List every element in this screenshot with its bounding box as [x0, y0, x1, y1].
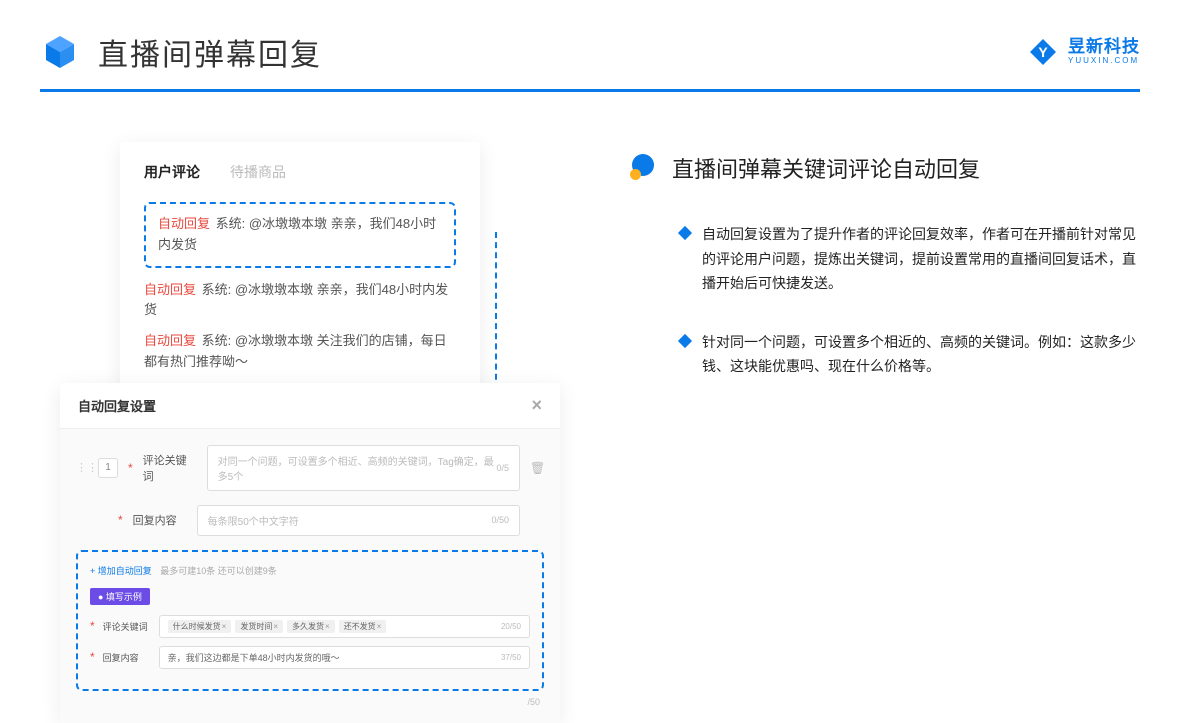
brand-logo: Y 昱新科技 YUUXIN.COM: [1028, 37, 1140, 67]
cube-logo-icon: [40, 32, 80, 72]
example-keyword-row: * 评论关键词 什么时候发货× 发货时间× 多久发货× 还不发货× 20/50: [90, 615, 530, 638]
example-reply-input[interactable]: 亲，我们这边都是下单48小时内发货的哦～ 37/50: [159, 646, 530, 669]
bullet-text: 自动回复设置为了提升作者的评论回复效率，作者可在开播前针对常见的评论用户问题，提…: [702, 222, 1140, 296]
example-section: + 增加自动回复 最多可建10条 还可以创建9条 ● 填写示例 * 评论关键词 …: [76, 550, 544, 691]
brand-icon: Y: [1028, 37, 1058, 67]
bullet-text: 针对同一个问题，可设置多个相近的、高频的关键词。例如：这款多少钱、这块能优惠吗、…: [702, 330, 1140, 379]
modal-title: 自动回复设置: [78, 396, 156, 415]
close-icon[interactable]: ×: [531, 395, 542, 416]
add-auto-reply-link[interactable]: + 增加自动回复: [90, 566, 152, 576]
section-title: 直播间弹幕关键词评论自动回复: [672, 152, 980, 184]
brand-text: 昱新科技 YUUXIN.COM: [1068, 38, 1140, 65]
rule-limit-text: 最多可建10条 还可以创建9条: [160, 566, 277, 576]
delete-icon[interactable]: 🗑: [530, 461, 544, 475]
add-rule-hint: + 增加自动回复 最多可建10条 还可以创建9条: [90, 564, 530, 577]
diamond-bullet-icon: [678, 333, 692, 347]
auto-reply-tag: 自动回复: [144, 282, 196, 297]
highlighted-comment: 自动回复 系统: @冰墩墩本墩 亲亲，我们48小时内发货: [144, 202, 456, 268]
rule-index: 1: [98, 458, 118, 478]
auto-reply-tag: 自动回复: [144, 333, 196, 348]
section-heading: 直播间弹幕关键词评论自动回复: [630, 152, 1140, 184]
required-star: *: [128, 461, 133, 475]
keyword-input[interactable]: 对同一个问题，可设置多个相近、高频的关键词，Tag确定，最多5个 0/5: [207, 445, 520, 491]
keyword-label: 评论关键词: [143, 452, 197, 484]
tab-pending-goods[interactable]: 待播商品: [230, 162, 286, 182]
auto-reply-tag: 自动回复: [158, 216, 210, 231]
footer-counter: /50: [76, 691, 544, 707]
comment-line: 自动回复 系统: @冰墩墩本墩 关注我们的店铺，每日都有热门推荐呦～: [144, 331, 456, 373]
comment-tabs: 用户评论 待播商品: [144, 162, 456, 182]
comment-line: 自动回复 系统: @冰墩墩本墩 亲亲，我们48小时内发货: [158, 214, 442, 256]
keyword-chip[interactable]: 什么时候发货×: [168, 620, 232, 633]
section-bullet-icon: [630, 154, 658, 182]
page-header: 直播间弹幕回复 Y 昱新科技 YUUXIN.COM: [0, 0, 1180, 89]
screenshot-mockups: 用户评论 待播商品 自动回复 系统: @冰墩墩本墩 亲亲，我们48小时内发货 自…: [60, 142, 580, 723]
drag-handle-icon[interactable]: ⋮⋮: [76, 461, 88, 474]
modal-header: 自动回复设置 ×: [60, 383, 560, 429]
feature-bullet: 针对同一个问题，可设置多个相近的、高频的关键词。例如：这款多少钱、这块能优惠吗、…: [630, 330, 1140, 379]
header-left: 直播间弹幕回复: [40, 30, 322, 74]
brand-name-en: YUUXIN.COM: [1068, 57, 1140, 66]
description-panel: 直播间弹幕关键词评论自动回复 自动回复设置为了提升作者的评论回复效率，作者可在开…: [630, 142, 1140, 723]
reply-label: 回复内容: [133, 512, 187, 528]
comment-line: 自动回复 系统: @冰墩墩本墩 亲亲，我们48小时内发货: [144, 280, 456, 322]
example-reply-row: * 回复内容 亲，我们这边都是下单48小时内发货的哦～ 37/50: [90, 646, 530, 669]
reply-input[interactable]: 每条限50个中文字符 0/50: [197, 505, 520, 536]
diamond-bullet-icon: [678, 226, 692, 240]
reply-content-row: * 回复内容 每条限50个中文字符 0/50 🗑: [76, 505, 544, 536]
keyword-chip[interactable]: 发货时间×: [235, 620, 283, 633]
keyword-chip[interactable]: 多久发货×: [287, 620, 335, 633]
svg-text:Y: Y: [1038, 44, 1048, 60]
page-title: 直播间弹幕回复: [98, 30, 322, 74]
brand-name-cn: 昱新科技: [1068, 38, 1140, 57]
example-keyword-input[interactable]: 什么时候发货× 发货时间× 多久发货× 还不发货× 20/50: [159, 615, 530, 638]
tab-user-comments[interactable]: 用户评论: [144, 162, 200, 182]
keyword-chip[interactable]: 还不发货×: [339, 620, 387, 633]
auto-reply-settings-modal: 自动回复设置 × ⋮⋮ 1 * 评论关键词 对同一个问题，可设置多个相近、高频的…: [60, 383, 560, 723]
feature-bullet: 自动回复设置为了提升作者的评论回复效率，作者可在开播前针对常见的评论用户问题，提…: [630, 222, 1140, 296]
required-star: *: [118, 513, 123, 527]
keyword-row: ⋮⋮ 1 * 评论关键词 对同一个问题，可设置多个相近、高频的关键词，Tag确定…: [76, 445, 544, 491]
comments-panel-card: 用户评论 待播商品 自动回复 系统: @冰墩墩本墩 亲亲，我们48小时内发货 自…: [120, 142, 480, 413]
example-badge: ● 填写示例: [90, 588, 150, 605]
